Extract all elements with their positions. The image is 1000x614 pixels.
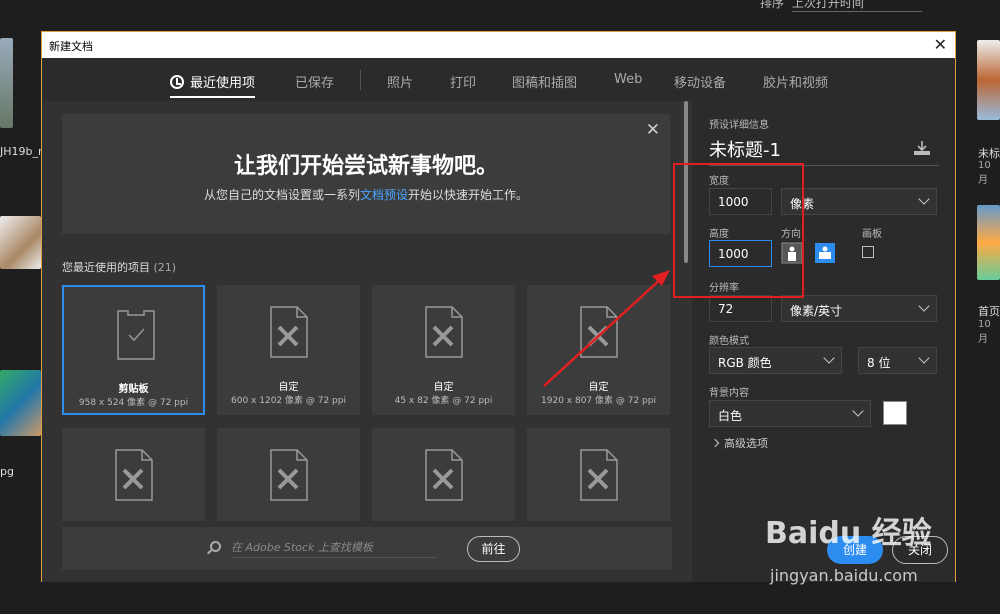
dialog-title: 新建文档 — [49, 40, 93, 53]
clock-icon — [170, 75, 184, 89]
tab-separator — [360, 70, 361, 90]
recent-item-meta: 1920 x 807 像素 @ 72 ppi — [541, 396, 656, 406]
color-mode-label: 颜色模式 — [709, 336, 749, 347]
landscape-orientation-icon[interactable] — [814, 242, 836, 264]
background-thumbnail[interactable] — [977, 40, 1000, 120]
document-icon — [425, 306, 463, 358]
document-icon — [270, 449, 308, 501]
background-contents-value: 白色 — [718, 409, 743, 423]
bit-depth-value: 8 位 — [867, 356, 891, 370]
recent-item-custom[interactable]: 自定 45 x 82 像素 @ 72 ppi — [372, 285, 515, 415]
background-file-label: pg — [0, 465, 14, 478]
artboard-checkbox[interactable] — [862, 246, 874, 258]
background-thumbnail[interactable] — [977, 205, 1000, 280]
sort-label: 排序 — [760, 0, 785, 10]
sort-control[interactable]: 排序 上次打开时间 — [760, 0, 922, 12]
dialog-close-icon[interactable]: ✕ — [934, 35, 947, 54]
recent-item[interactable] — [217, 428, 360, 521]
background-file-date: 10月 — [978, 319, 991, 345]
recent-item-clipboard[interactable]: 剪贴板 958 x 524 像素 @ 72 ppi — [62, 285, 205, 415]
recent-item[interactable] — [527, 428, 670, 521]
background-file-label: JH19b_n — [0, 145, 45, 158]
recent-item[interactable] — [62, 428, 205, 521]
tab-mobile[interactable]: 移动设备 — [674, 72, 726, 91]
resolution-input[interactable]: 72 — [709, 295, 772, 322]
recent-item-meta: 958 x 524 像素 @ 72 ppi — [78, 398, 189, 408]
document-icon — [425, 449, 463, 501]
stock-search-input[interactable]: 在 Adobe Stock 上查找模板 — [231, 539, 437, 558]
background-color-swatch[interactable] — [883, 401, 907, 425]
recent-item-meta: 600 x 1202 像素 @ 72 ppi — [231, 396, 346, 406]
search-icon — [210, 541, 221, 552]
bit-depth-select[interactable]: 8 位 — [858, 347, 937, 374]
background-file-title: 首页 — [978, 305, 1000, 318]
welcome-text-after: 开始以快速开始工作。 — [408, 188, 529, 202]
chevron-down-icon — [918, 300, 930, 312]
welcome-text: 从您自己的文档设置或一系列文档预设开始以快速开始工作。 — [62, 186, 670, 203]
resolution-unit-value: 像素/英寸 — [790, 304, 843, 318]
recent-item-name: 剪贴板 — [118, 384, 149, 395]
recent-item[interactable] — [372, 428, 515, 521]
color-mode-value: RGB 颜色 — [718, 356, 772, 370]
tab-art-illustration[interactable]: 图稿和插图 — [512, 72, 577, 91]
recent-item-name: 自定 — [278, 382, 299, 393]
document-icon — [580, 449, 618, 501]
recent-item-custom[interactable]: 自定 600 x 1202 像素 @ 72 ppi — [217, 285, 360, 415]
width-unit-select[interactable]: 像素 — [781, 188, 937, 215]
tab-photo[interactable]: 照片 — [387, 72, 413, 91]
watermark-url: jingyan.baidu.com — [770, 566, 918, 585]
resolution-unit-select[interactable]: 像素/英寸 — [781, 295, 937, 322]
sort-select[interactable]: 上次打开时间 — [791, 0, 922, 12]
tab-saved[interactable]: 已保存 — [295, 72, 334, 91]
dialog-titlebar: 新建文档 ✕ — [42, 32, 955, 58]
chevron-down-icon — [823, 352, 835, 364]
go-button[interactable]: 前往 — [467, 536, 520, 562]
document-name-input[interactable]: 未标题-1 — [709, 136, 939, 166]
chevron-down-icon — [918, 352, 930, 364]
recent-count: (21) — [153, 261, 177, 274]
clipboard-icon — [117, 310, 155, 360]
background-thumbnail[interactable] — [0, 370, 41, 436]
tab-recent[interactable]: 最近使用项 — [170, 72, 256, 98]
baidu-watermark: Baidu 经验 — [765, 516, 932, 551]
save-preset-icon[interactable] — [914, 141, 930, 155]
advanced-options-toggle[interactable]: 高级选项 — [710, 435, 768, 451]
welcome-close-icon[interactable]: ✕ — [646, 120, 660, 140]
preset-tabs: 最近使用项 已保存 照片 打印 图稿和插图 Web 移动设备 胶片和视频 — [42, 58, 955, 106]
recent-item-name: 自定 — [433, 382, 454, 393]
background-file-date: 10月 — [978, 160, 991, 186]
chevron-down-icon — [852, 405, 864, 417]
background-thumbnail[interactable] — [0, 38, 13, 128]
tab-label: 最近使用项 — [190, 76, 256, 91]
artboard-label: 画板 — [862, 229, 882, 240]
preset-section-label: 预设详细信息 — [709, 120, 769, 131]
color-mode-select[interactable]: RGB 颜色 — [709, 347, 842, 374]
annotation-arrow — [543, 270, 670, 387]
document-icon — [270, 306, 308, 358]
background-contents-label: 背景内容 — [709, 388, 749, 399]
background-thumbnail[interactable] — [0, 216, 41, 269]
background-contents-select[interactable]: 白色 — [709, 400, 871, 427]
stock-search-bar: 在 Adobe Stock 上查找模板 前往 — [62, 527, 672, 570]
tab-print[interactable]: 打印 — [450, 72, 476, 91]
new-document-dialog: 新建文档 ✕ 最近使用项 已保存 照片 打印 图稿和插图 Web 移动设备 胶片… — [41, 31, 956, 582]
highlight-box — [673, 163, 804, 298]
recent-heading: 您最近使用的项目 (21) — [62, 259, 176, 275]
tab-film-video[interactable]: 胶片和视频 — [763, 72, 828, 91]
welcome-text-before: 从您自己的文档设置或一系列 — [203, 188, 360, 202]
document-icon — [115, 449, 153, 501]
active-tab-underline — [170, 96, 256, 98]
document-presets-link[interactable]: 文档预设 — [360, 188, 408, 202]
welcome-heading: 让我们开始尝试新事物吧。 — [233, 154, 498, 179]
chevron-down-icon — [918, 193, 930, 205]
tab-web[interactable]: Web — [614, 72, 642, 87]
welcome-banner: 让我们开始尝试新事物吧。 从您自己的文档设置或一系列文档预设开始以快速开始工作。… — [62, 114, 670, 234]
recent-heading-text: 您最近使用的项目 — [62, 261, 150, 274]
recent-item-meta: 45 x 82 像素 @ 72 ppi — [394, 396, 493, 406]
chevron-right-icon — [710, 438, 720, 448]
background-file-title: 未标 — [978, 147, 1000, 160]
advanced-options-label: 高级选项 — [724, 437, 768, 450]
